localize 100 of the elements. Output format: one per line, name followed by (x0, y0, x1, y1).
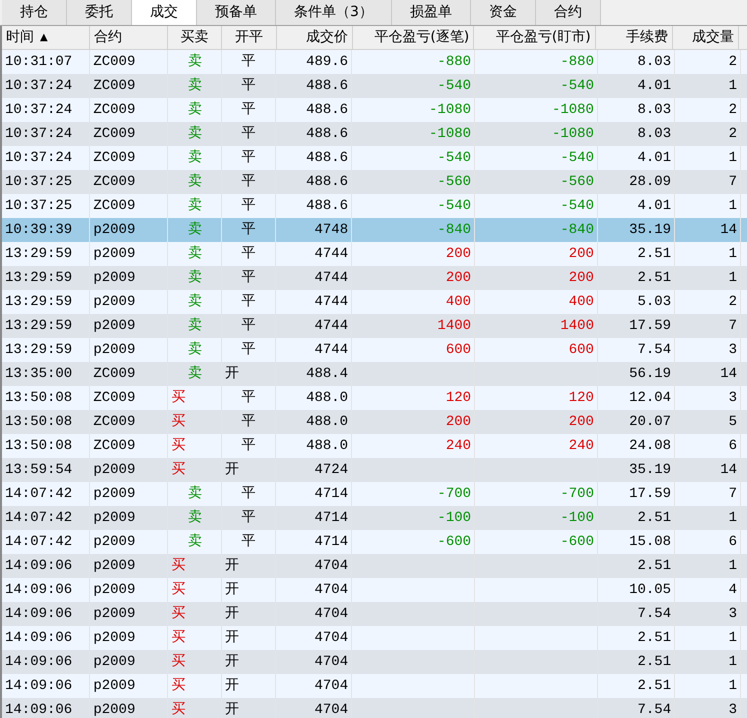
tab[interactable]: 损盈单 (392, 0, 471, 25)
table-cell-text: 7.54 (637, 341, 672, 360)
column-header[interactable]: 合约 (90, 26, 168, 49)
table-cell-text: 平 (242, 53, 256, 72)
table-cell-text: 4704 (314, 653, 348, 672)
table-cell-text: 13:29:59 (5, 293, 72, 312)
table-row[interactable]: 13:29:59 p2009 卖 平 4744 200 200 2.51 1 (2, 242, 747, 266)
table-cell-text: 平 (242, 317, 256, 336)
table-cell-text: 4744 (314, 245, 348, 264)
table-row[interactable]: 13:29:59 p2009 卖 平 4744 400 400 5.03 2 (2, 290, 747, 314)
table-cell-text: 400 (568, 293, 594, 312)
table-row[interactable]: 10:37:24 ZC009 卖 平 488.6 -1080 -1080 8.03 2 (2, 98, 747, 122)
table-cell-text: 平 (242, 293, 256, 312)
table-row[interactable]: 14:09:06 p2009 买 开 4704 2.51 1 (2, 650, 747, 674)
tab[interactable]: 合约 (536, 0, 601, 25)
tab[interactable]: 条件单（3） (276, 0, 392, 25)
table-cell-text: 7 (728, 485, 737, 504)
table-cell-text: 200 (568, 245, 594, 264)
tab[interactable]: 委托 (67, 0, 132, 25)
table-cell-text: 488.6 (306, 197, 348, 216)
table-cell-text: 开 (225, 461, 240, 480)
table-cell-text: 买 (171, 557, 186, 576)
table-row[interactable]: 13:29:59 p2009 卖 平 4744 200 200 2.51 1 (2, 266, 747, 290)
table-cell-text: 13:35:00 (5, 365, 72, 384)
table-cell-text: 买 (171, 461, 186, 480)
tab[interactable]: 成交 (132, 0, 197, 25)
table-row[interactable]: 13:29:59 p2009 卖 平 4744 1400 1400 17.59 7 (2, 314, 747, 338)
column-header[interactable]: 时间 ▲ (2, 26, 90, 49)
table-row[interactable]: 14:09:06 p2009 买 开 4704 2.51 1 (2, 626, 747, 650)
table-cell-text: p2009 (93, 221, 136, 240)
table-cell-text: 4744 (314, 293, 348, 312)
table-row[interactable]: 14:09:06 p2009 买 开 4704 2.51 1 (2, 674, 747, 698)
column-header[interactable]: 手续费 (596, 26, 673, 49)
table-cell-text: 卖 (188, 100, 202, 120)
table-row[interactable]: 14:09:06 p2009 买 开 4704 10.05 4 (2, 578, 747, 602)
table-cell-text: 35.19 (629, 461, 672, 480)
table-cell-text: -1080 (552, 101, 594, 120)
table-row[interactable]: 10:31:07 ZC009 卖 平 489.6 -880 -880 8.03 2 (2, 50, 747, 74)
table-row[interactable]: 13:35:00 ZC009 卖 开 488.4 56.19 14 (2, 362, 747, 386)
table-cell-text: 1 (728, 677, 737, 696)
table-cell-text: 卖 (188, 364, 202, 384)
table-row[interactable]: 13:59:54 p2009 买 开 4724 35.19 14 (2, 458, 747, 482)
table-row[interactable]: 10:39:39 p2009 卖 平 4748 -840 -840 35.19 14 (2, 218, 747, 242)
column-header[interactable]: 开平 (222, 26, 277, 49)
table-cell-text: p2009 (93, 341, 136, 360)
table-cell-text: ZC009 (93, 53, 136, 72)
table-cell-text: ZC009 (93, 365, 136, 384)
table-row[interactable]: 10:37:25 ZC009 卖 平 488.6 -560 -560 28.09 7 (2, 170, 747, 194)
table-cell-text: 平 (242, 533, 256, 552)
table-row[interactable]: 14:09:06 p2009 买 开 4704 7.54 3 (2, 602, 747, 626)
table-row[interactable]: 14:07:42 p2009 卖 平 4714 -600 -600 15.08 6 (2, 530, 747, 554)
table-row[interactable]: 14:09:06 p2009 买 开 4704 2.51 1 (2, 554, 747, 578)
table-cell-text: ZC009 (93, 173, 136, 192)
column-header[interactable]: 平仓盈亏(逐笔) (352, 26, 474, 49)
table-cell-text: 120 (568, 389, 594, 408)
table-cell-text: 卖 (188, 484, 202, 504)
table-cell-text: 6 (728, 437, 737, 456)
table-row[interactable]: 13:50:08 ZC009 买 平 488.0 240 240 24.08 6 (2, 434, 747, 458)
table-cell-text: 2.51 (637, 509, 672, 528)
table-row[interactable]: 14:07:42 p2009 卖 平 4714 -100 -100 2.51 1 (2, 506, 747, 530)
table-cell-text: 13:29:59 (5, 341, 72, 360)
table-row[interactable]: 10:37:24 ZC009 卖 平 488.6 -540 -540 4.01 1 (2, 146, 747, 170)
table-cell-text: 17.59 (629, 317, 672, 336)
table-cell-text: 10.05 (629, 581, 672, 600)
table-row[interactable]: 10:37:24 ZC009 卖 平 488.6 -1080 -1080 8.03 2 (2, 122, 747, 146)
table-cell-text: 7 (728, 317, 737, 336)
table-cell-text: 13:59:54 (5, 461, 72, 480)
table-cell-text: p2009 (93, 461, 136, 480)
table-cell-text: ZC009 (93, 149, 136, 168)
column-header[interactable]: 成交量 (672, 26, 739, 49)
tab[interactable]: 资金 (470, 0, 536, 25)
table-cell-text: 10:37:24 (5, 125, 72, 144)
table-cell-text: 13:50:08 (5, 413, 72, 432)
table-cell-text: 489.6 (306, 53, 348, 72)
table-cell-text: 卖 (188, 76, 202, 96)
table-row[interactable]: 10:37:25 ZC009 卖 平 488.6 -540 -540 4.01 1 (2, 194, 747, 218)
table-cell-text: p2009 (93, 557, 136, 576)
table-row[interactable]: 13:50:08 ZC009 买 平 488.0 200 200 20.07 5 (2, 410, 747, 434)
table-cell-text: 14:09:06 (5, 581, 72, 600)
table-cell-text: 买 (171, 653, 186, 672)
table-cell-text: 10:37:24 (5, 101, 72, 120)
column-header[interactable]: 成交价 (276, 26, 353, 49)
table-row[interactable]: 14:07:42 p2009 卖 平 4714 -700 -700 17.59 7 (2, 482, 747, 506)
table-row[interactable]: 13:50:08 ZC009 买 平 488.0 120 120 12.04 3 (2, 386, 747, 410)
table-cell-text: 4704 (314, 701, 348, 718)
table-cell-text: 开 (225, 701, 240, 718)
table-cell-text: p2009 (93, 245, 136, 264)
table-cell-text: 4744 (314, 341, 348, 360)
table-cell-text: 平 (242, 77, 256, 96)
table-cell-text: 平 (242, 221, 256, 240)
tab[interactable]: 持仓 (2, 0, 67, 25)
tab[interactable]: 预备单 (197, 0, 276, 25)
column-header[interactable]: 买卖 (168, 26, 222, 49)
table-row[interactable]: 14:09:06 p2009 买 开 4704 7.54 3 (2, 698, 747, 718)
column-header[interactable]: 平仓盈亏(盯市) (474, 26, 596, 49)
table-cell-text: 1 (728, 197, 737, 216)
table-cell-text: 6 (728, 533, 737, 552)
table-row[interactable]: 10:37:24 ZC009 卖 平 488.6 -540 -540 4.01 1 (2, 74, 747, 98)
table-cell-text: 平 (242, 341, 256, 360)
table-row[interactable]: 13:29:59 p2009 卖 平 4744 600 600 7.54 3 (2, 338, 747, 362)
